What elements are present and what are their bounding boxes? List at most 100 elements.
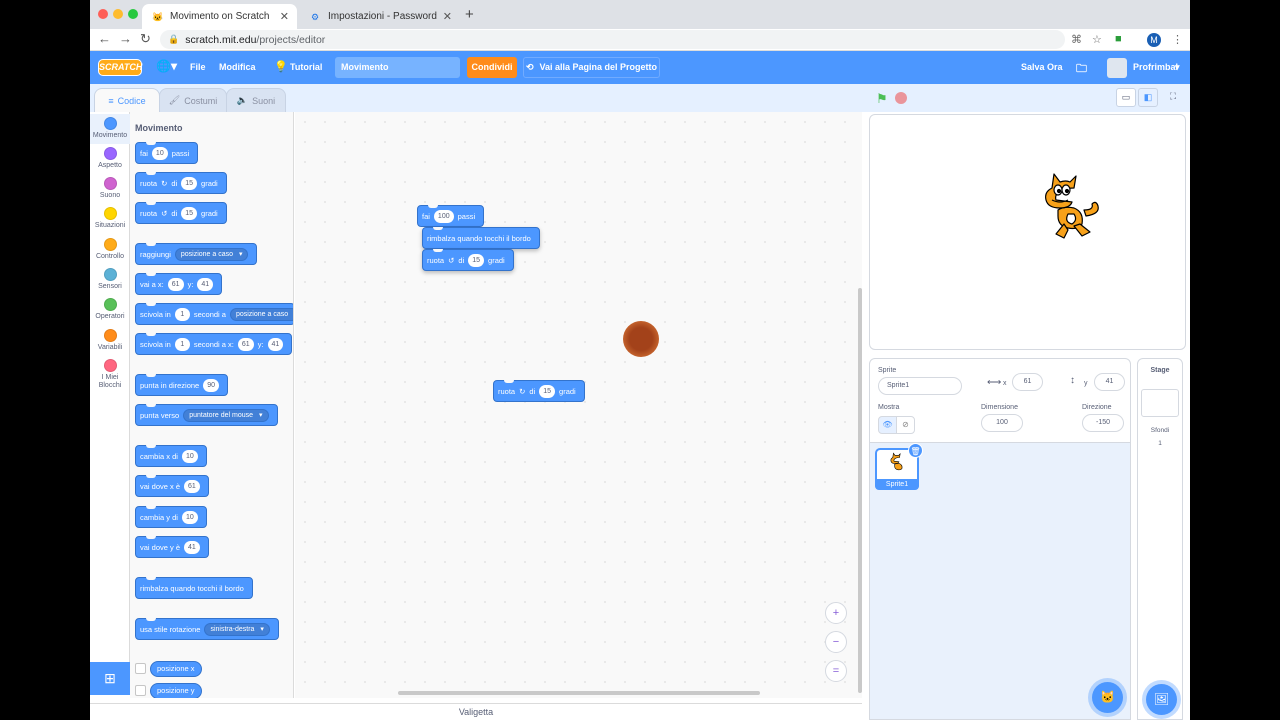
script-area[interactable]: fai 100 passi rimbalza quando tocchi il bo… xyxy=(295,112,862,698)
scratch-logo[interactable]: SCRATCH xyxy=(98,59,142,76)
block-dropdown[interactable]: sinistra-destra ▾ xyxy=(204,622,270,636)
browser-tab-settings[interactable]: ⚙ Impostazioni - Password ✕ xyxy=(300,4,460,29)
script-vertical-scrollbar[interactable] xyxy=(858,288,862,693)
zoom-out-button[interactable]: − xyxy=(825,631,847,653)
chevron-down-icon[interactable]: ▾ xyxy=(1175,62,1180,73)
show-eye-icon[interactable]: 👁 xyxy=(878,416,897,434)
block-bounce[interactable]: rimbalza quando tocchi il bordo xyxy=(135,577,253,599)
browser-tab-scratch[interactable]: 🐱 Movimento on Scratch ✕ xyxy=(142,4,297,29)
block-set-y[interactable]: vai dove y è 41 xyxy=(135,536,209,558)
block-input[interactable]: 41 xyxy=(267,337,284,351)
close-tab-icon[interactable]: ✕ xyxy=(280,10,289,23)
block-input[interactable]: 61 xyxy=(237,337,254,351)
block-input[interactable]: 100 xyxy=(433,209,454,223)
size-input[interactable]: 100 xyxy=(981,414,1023,432)
backpack-bar[interactable]: Valigetta xyxy=(90,703,862,720)
my-stuff-folder-icon[interactable]: 🗀 xyxy=(1076,60,1087,79)
block-glide-xy[interactable]: scivola in 1 secondi a x: 61 y: 41 xyxy=(135,333,293,355)
block-dropdown[interactable]: puntatore del mouse ▾ xyxy=(183,408,269,422)
extension-icon[interactable]: ■ xyxy=(1115,33,1122,45)
scratch-cat-sprite[interactable] xyxy=(1034,170,1104,242)
normal-stage-icon[interactable]: ◧ xyxy=(1138,88,1158,107)
category-events[interactable]: Situazioni xyxy=(90,207,130,229)
stage-thumbnail[interactable] xyxy=(1141,389,1179,417)
block-input[interactable]: 1 xyxy=(174,307,190,321)
block-set-x[interactable]: vai dove x è 61 xyxy=(135,475,209,497)
x-position-checkbox[interactable] xyxy=(135,663,146,674)
profile-avatar[interactable]: M xyxy=(1147,33,1161,47)
block-glide[interactable]: scivola in 1 secondi a posizione a caso xyxy=(135,303,293,325)
add-extension-button[interactable]: ⊞ xyxy=(90,662,130,695)
category-motion[interactable]: Movimento xyxy=(90,114,130,144)
user-avatar[interactable] xyxy=(1107,58,1127,78)
edit-menu[interactable]: Modifica xyxy=(219,62,256,72)
block-input[interactable]: 15 xyxy=(181,176,198,190)
address-bar[interactable]: 🔒 scratch.mit.edu/projects/editor xyxy=(160,30,1065,49)
tab-sounds[interactable]: 🔈 Suoni xyxy=(226,88,286,112)
script-block-bounce[interactable]: rimbalza quando tocchi il bordo xyxy=(422,227,540,249)
maximize-window-button[interactable] xyxy=(128,9,138,19)
new-tab-button[interactable]: + xyxy=(465,6,474,23)
save-now-link[interactable]: Salva Ora xyxy=(1021,62,1063,72)
block-move-steps[interactable]: fai 10 passi xyxy=(135,142,199,164)
block-input[interactable]: 10 xyxy=(181,510,198,524)
add-sprite-button[interactable]: 🐱 xyxy=(1092,682,1123,713)
green-flag-icon[interactable]: ⚑ xyxy=(876,91,888,107)
script-block-turn-right[interactable]: ruota ↻ di 15 gradi xyxy=(493,380,585,402)
block-input[interactable]: 15 xyxy=(539,384,556,398)
see-project-page-button[interactable]: ⟲ Vai alla Pagina del Progetto xyxy=(523,57,660,78)
category-looks[interactable]: Aspetto xyxy=(90,147,130,169)
share-button[interactable]: Condividi xyxy=(467,57,517,78)
block-change-x[interactable]: cambia x di 10 xyxy=(135,445,207,467)
delete-sprite-trash-icon[interactable]: 🗑 xyxy=(908,443,923,458)
block-dropdown[interactable]: posizione a caso ▾ xyxy=(174,247,249,261)
block-input[interactable]: 61 xyxy=(167,277,184,291)
bookmark-star-icon[interactable]: ☆ xyxy=(1092,33,1102,46)
stage-selector[interactable]: Stage Sfondi 1 🖼 xyxy=(1137,358,1183,720)
block-input[interactable]: 10 xyxy=(151,146,168,160)
project-title-input[interactable]: Movimento xyxy=(335,57,460,78)
y-input[interactable]: 41 xyxy=(1094,373,1125,391)
y-position-checkbox[interactable] xyxy=(135,685,146,696)
tab-costumes[interactable]: 🖌 Costumi xyxy=(159,88,227,112)
x-input[interactable]: 61 xyxy=(1012,373,1043,391)
minimize-window-button[interactable] xyxy=(113,9,123,19)
add-backdrop-button[interactable]: 🖼 xyxy=(1146,684,1177,715)
script-block-move-steps[interactable]: fai 100 passi xyxy=(417,205,485,227)
block-turn-right[interactable]: ruota ↻ di 15 gradi xyxy=(135,172,227,194)
translate-icon[interactable]: ⌘ xyxy=(1071,33,1082,46)
file-menu[interactable]: File xyxy=(190,62,206,72)
tab-code[interactable]: ≡ Codice xyxy=(94,88,160,112)
hide-eye-icon[interactable]: ⊘ xyxy=(896,416,915,434)
block-input[interactable]: 61 xyxy=(184,479,200,493)
reload-icon[interactable]: ↻ xyxy=(140,31,151,47)
block-input[interactable]: 1 xyxy=(174,337,190,351)
block-point-towards[interactable]: punta verso puntatore del mouse ▾ xyxy=(135,404,278,426)
stage-canvas[interactable] xyxy=(869,114,1186,350)
block-input[interactable]: 15 xyxy=(181,206,198,220)
close-tab-icon[interactable]: ✕ xyxy=(443,10,452,23)
stop-icon[interactable] xyxy=(895,92,907,104)
direction-input[interactable]: -150 xyxy=(1082,414,1124,432)
reporter-y-position[interactable]: posizione y xyxy=(150,683,202,698)
block-turn-left[interactable]: ruota ↺ di 15 gradi xyxy=(135,202,227,224)
block-input[interactable]: 41 xyxy=(197,277,214,291)
zoom-reset-button[interactable]: = xyxy=(825,660,847,682)
script-horizontal-scrollbar[interactable] xyxy=(398,691,760,695)
small-stage-icon[interactable]: ▭ xyxy=(1116,88,1136,107)
block-point-direction[interactable]: punta in direzione 90 xyxy=(135,374,229,396)
category-variables[interactable]: Variabili xyxy=(90,329,130,351)
script-block-turn-left[interactable]: ruota ↺ di 15 gradi xyxy=(422,249,514,271)
category-operators[interactable]: Operatori xyxy=(90,298,130,320)
forward-arrow-icon[interactable]: → xyxy=(119,31,132,46)
block-input[interactable]: 15 xyxy=(468,253,485,267)
tutorials-menu[interactable]: Tutorial xyxy=(290,62,322,72)
category-my-blocks[interactable]: I Miei Blocchi xyxy=(90,359,130,390)
sprite-name-input[interactable]: Sprite1 xyxy=(878,377,962,395)
block-change-y[interactable]: cambia y di 10 xyxy=(135,506,207,528)
browser-menu-icon[interactable]: ⋮ xyxy=(1172,33,1183,46)
category-sensing[interactable]: Sensori xyxy=(90,268,130,290)
category-sound[interactable]: Suono xyxy=(90,177,130,199)
close-window-button[interactable] xyxy=(98,9,108,19)
block-dropdown[interactable]: posizione a caso xyxy=(229,307,293,321)
